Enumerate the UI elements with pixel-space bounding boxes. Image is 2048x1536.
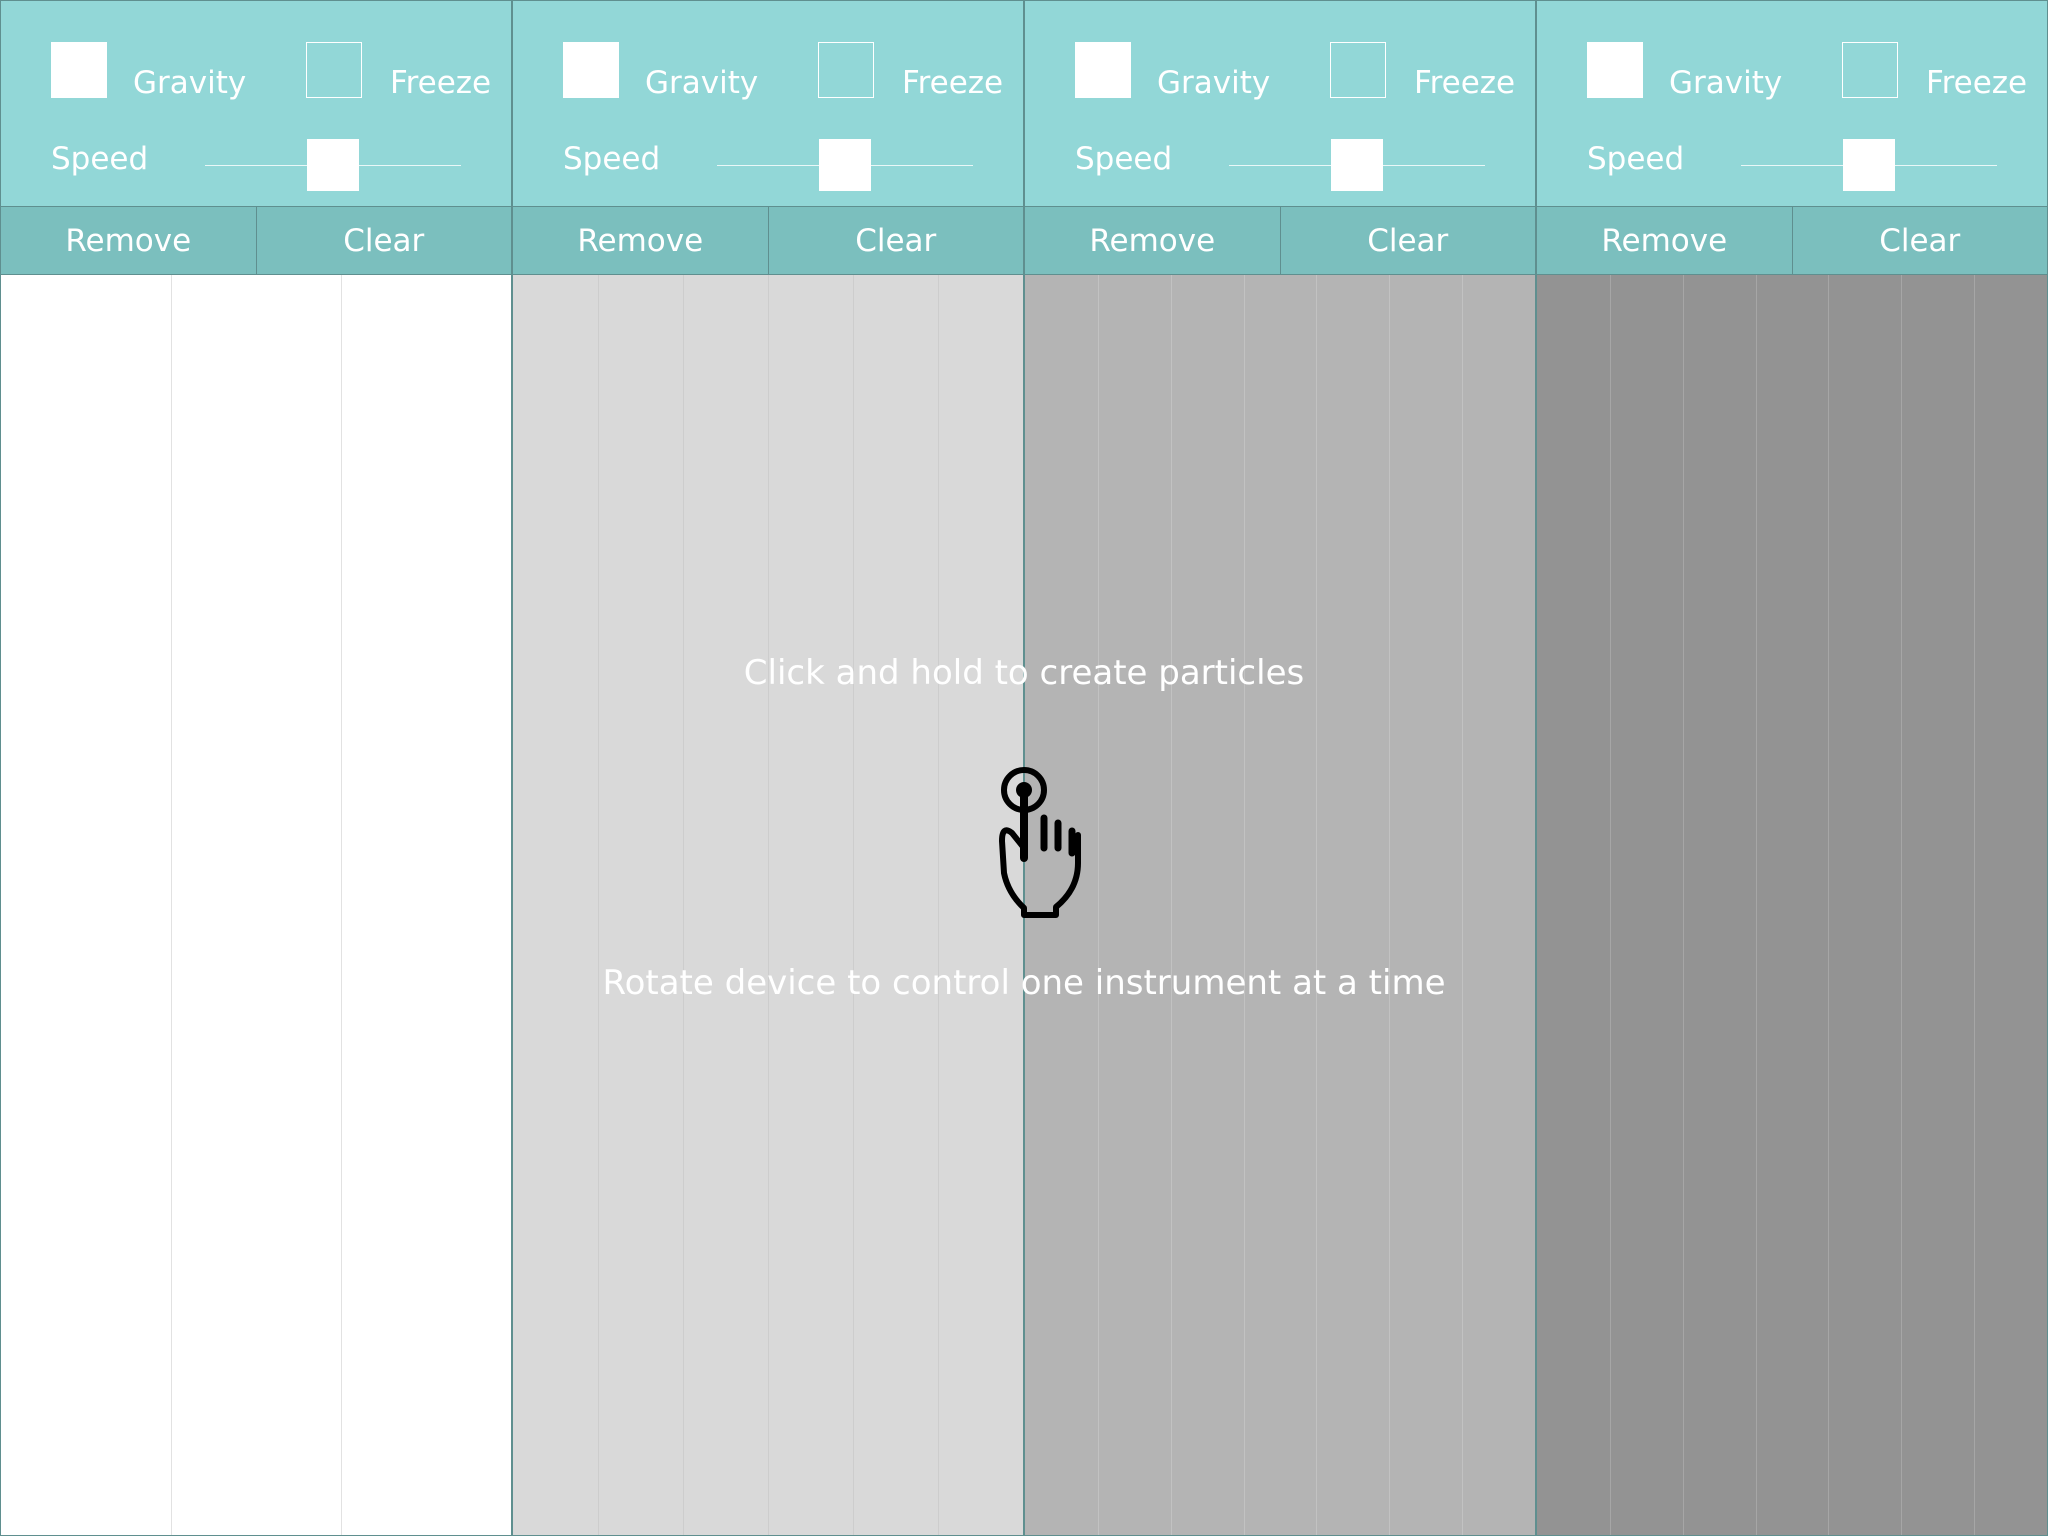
gravity-label: Gravity: [133, 65, 247, 101]
lane-divider: [1171, 275, 1172, 1535]
freeze-label: Freeze: [390, 65, 492, 101]
gravity-checkbox[interactable]: [1075, 42, 1131, 98]
instrument-controls: Gravity Freeze Speed: [1, 1, 511, 207]
speed-label: Speed: [563, 141, 661, 177]
remove-button[interactable]: Remove: [1, 207, 256, 274]
clear-button[interactable]: Clear: [1279, 207, 1536, 274]
clear-button[interactable]: Clear: [255, 207, 512, 274]
lane-divider: [1683, 275, 1684, 1535]
speed-slider-thumb[interactable]: [307, 139, 359, 191]
lane-divider: [1462, 275, 1463, 1535]
lane-divider: [1756, 275, 1757, 1535]
clear-button[interactable]: Clear: [1791, 207, 2048, 274]
lane-divider: [683, 275, 684, 1535]
gravity-checkbox[interactable]: [51, 42, 107, 98]
remove-button[interactable]: Remove: [1537, 207, 1792, 274]
freeze-checkbox[interactable]: [1842, 42, 1898, 98]
remove-button[interactable]: Remove: [513, 207, 768, 274]
instrument-panel-2: Gravity Freeze Speed Remove Clear: [512, 0, 1024, 1536]
lane-divider: [938, 275, 939, 1535]
tap-hand-icon: [999, 767, 1081, 918]
lane-divider: [1974, 275, 1975, 1535]
instrument-button-row: Remove Clear: [1025, 207, 1535, 275]
instrument-button-row: Remove Clear: [1537, 207, 2047, 275]
speed-slider[interactable]: [1741, 139, 1997, 195]
instruments-container: Gravity Freeze Speed Remove Clear Gravit…: [0, 0, 2048, 1536]
lane-divider: [853, 275, 854, 1535]
lane-divider: [1610, 275, 1611, 1535]
instrument-button-row: Remove Clear: [1, 207, 511, 275]
speed-slider-thumb[interactable]: [1843, 139, 1895, 191]
freeze-checkbox[interactable]: [306, 42, 362, 98]
particle-canvas[interactable]: [1, 275, 511, 1535]
lane-divider: [1828, 275, 1829, 1535]
lane-divider: [1098, 275, 1099, 1535]
instrument-panel-1: Gravity Freeze Speed Remove Clear: [0, 0, 512, 1536]
instrument-button-row: Remove Clear: [513, 207, 1023, 275]
particle-canvas[interactable]: [1537, 275, 2047, 1535]
instrument-panel-3: Gravity Freeze Speed Remove Clear: [1024, 0, 1536, 1536]
lane-divider: [1901, 275, 1902, 1535]
particle-canvas[interactable]: [513, 275, 1023, 1535]
instrument-controls: Gravity Freeze Speed: [513, 1, 1023, 207]
freeze-label: Freeze: [1414, 65, 1516, 101]
lane-divider: [1244, 275, 1245, 1535]
gravity-label: Gravity: [645, 65, 759, 101]
gravity-checkbox[interactable]: [563, 42, 619, 98]
speed-slider-thumb[interactable]: [1331, 139, 1383, 191]
gravity-label: Gravity: [1669, 65, 1783, 101]
instrument-panel-4: Gravity Freeze Speed Remove Clear: [1536, 0, 2048, 1536]
freeze-checkbox[interactable]: [818, 42, 874, 98]
instrument-controls: Gravity Freeze Speed: [1537, 1, 2047, 207]
gravity-label: Gravity: [1157, 65, 1271, 101]
lane-divider: [1316, 275, 1317, 1535]
freeze-label: Freeze: [1926, 65, 2028, 101]
speed-label: Speed: [1587, 141, 1685, 177]
instrument-controls: Gravity Freeze Speed: [1025, 1, 1535, 207]
lane-divider: [341, 275, 342, 1535]
speed-slider[interactable]: [1229, 139, 1485, 195]
speed-slider-thumb[interactable]: [819, 139, 871, 191]
freeze-checkbox[interactable]: [1330, 42, 1386, 98]
lane-divider: [768, 275, 769, 1535]
speed-slider[interactable]: [205, 139, 461, 195]
lane-divider: [1389, 275, 1390, 1535]
speed-label: Speed: [51, 141, 149, 177]
freeze-label: Freeze: [902, 65, 1004, 101]
speed-slider[interactable]: [717, 139, 973, 195]
lane-divider: [171, 275, 172, 1535]
particle-canvas[interactable]: [1025, 275, 1535, 1535]
remove-button[interactable]: Remove: [1025, 207, 1280, 274]
gravity-checkbox[interactable]: [1587, 42, 1643, 98]
speed-label: Speed: [1075, 141, 1173, 177]
lane-divider: [598, 275, 599, 1535]
clear-button[interactable]: Clear: [767, 207, 1024, 274]
